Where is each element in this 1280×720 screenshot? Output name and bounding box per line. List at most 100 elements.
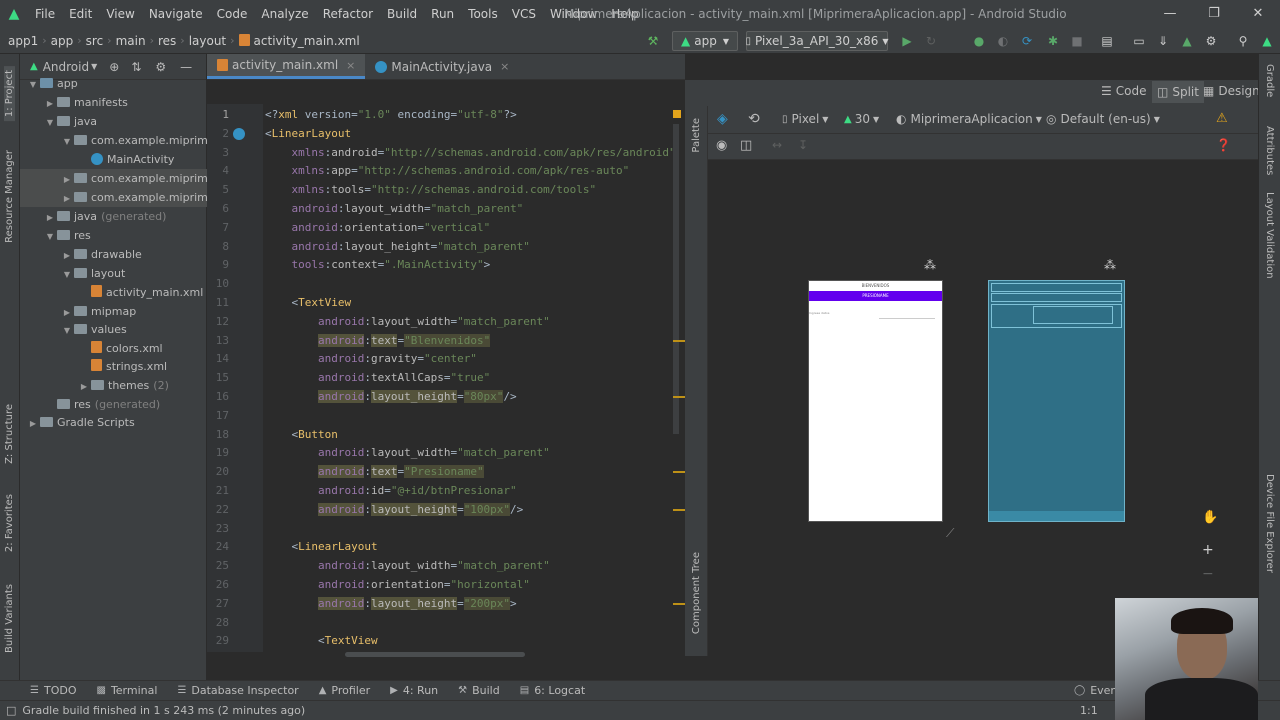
orientation-icon[interactable]: ⟲ [748, 111, 760, 127]
chevron-down-icon[interactable]: ▼ [91, 62, 97, 71]
tree-item[interactable]: activity_main.xml [20, 283, 207, 302]
pin-icon[interactable]: ⁂ [1104, 258, 1116, 272]
code-line[interactable]: xmlns:android="http://schemas.android.co… [265, 144, 676, 163]
collapsed-arrow-icon[interactable]: ▶ [60, 303, 74, 321]
code-line[interactable]: android:orientation="vertical" [265, 219, 491, 238]
code-line[interactable]: android:layout_height="100px"/> [265, 501, 523, 520]
code-line[interactable]: android:layout_height="80px"/> [265, 388, 517, 407]
todo-tool-button[interactable]: ☰ TODO [0, 684, 86, 697]
tree-item[interactable]: ▶ java (generated) [20, 207, 207, 226]
tree-item[interactable]: res (generated) [20, 395, 207, 414]
code-line[interactable]: android:layout_height="match_parent" [265, 238, 530, 257]
margin-icon[interactable]: ↔ [772, 138, 782, 152]
menu-navigate[interactable]: Navigate [142, 0, 210, 28]
warning-stripe-marker[interactable] [673, 602, 685, 605]
maximize-button[interactable]: ❐ [1192, 0, 1236, 28]
attach-debugger-icon[interactable]: ⟳ [1018, 31, 1036, 51]
columns-icon[interactable]: ◫ [740, 138, 752, 153]
code-line[interactable]: android:id="@+id/btnPresionar" [265, 482, 517, 501]
tree-item[interactable]: ▶ themes (2) [20, 376, 207, 395]
warning-stripe-marker[interactable] [673, 339, 685, 342]
project-view-select[interactable]: Android [43, 60, 89, 74]
warning-marker-icon[interactable] [673, 110, 681, 118]
code-line[interactable]: android:layout_width="match_parent" [265, 200, 524, 219]
menu-build[interactable]: Build [380, 0, 424, 28]
build-tool-button[interactable]: ⚒ Build [448, 684, 510, 697]
code-line[interactable]: <?xml version="1.0" encoding="utf-8"?> [265, 106, 517, 125]
expanded-arrow-icon[interactable]: ▼ [43, 113, 57, 131]
menu-code[interactable]: Code [210, 0, 255, 28]
tree-item[interactable]: ▼ layout [20, 264, 207, 283]
cursor-position[interactable]: 1:1 [1080, 704, 1098, 717]
android-assistant-icon[interactable]: ▲ [1258, 31, 1276, 51]
code-line[interactable]: android:layout_width="match_parent" [265, 557, 550, 576]
expanded-arrow-icon[interactable]: ▼ [60, 321, 74, 339]
menu-view[interactable]: View [99, 0, 141, 28]
code-line[interactable]: <LinearLayout [265, 125, 351, 144]
eye-icon[interactable]: ◉ [716, 138, 727, 153]
search-icon[interactable]: ⚲ [1234, 31, 1252, 51]
profile-icon[interactable]: ◐ [994, 31, 1012, 51]
expanded-arrow-icon[interactable]: ▼ [60, 265, 74, 283]
tree-item[interactable]: ▶ manifests [20, 93, 207, 112]
tree-item[interactable]: ▶ Gradle Scripts [20, 413, 207, 432]
device-file-explorer-tool-tab[interactable]: Device File Explorer [1264, 474, 1275, 573]
pin-icon[interactable]: ⁂ [924, 258, 936, 272]
collapsed-arrow-icon[interactable]: ▶ [43, 94, 57, 112]
code-line[interactable]: <TextView [265, 632, 378, 651]
code-line[interactable]: xmlns:app="http://schemas.android.com/ap… [265, 162, 630, 181]
tool-windows-icon[interactable]: □ [6, 704, 16, 717]
sync-project-icon[interactable]: ▤ [1098, 31, 1116, 51]
pan-hand-icon[interactable]: ✋ [1202, 510, 1218, 525]
blueprint-preview[interactable] [988, 280, 1125, 522]
tree-item[interactable]: ▼ values [20, 320, 207, 339]
close-icon[interactable]: × [500, 60, 509, 73]
component-tree-tab[interactable]: Component Tree [691, 552, 702, 634]
collapsed-arrow-icon[interactable]: ▶ [26, 414, 40, 432]
menu-run[interactable]: Run [424, 0, 461, 28]
warning-stripe-marker[interactable] [673, 471, 685, 474]
sdk-manager-icon[interactable]: ⇓ [1154, 31, 1172, 51]
breadcrumb-res[interactable]: res [154, 34, 180, 48]
tree-item[interactable]: MainActivity [20, 150, 207, 169]
run-tool-button[interactable]: ▶ 4: Run [380, 684, 448, 697]
baseline-icon[interactable]: ↧ [798, 138, 808, 152]
code-line[interactable]: <Button [265, 426, 337, 445]
editor-scrollbar-track[interactable] [673, 124, 679, 434]
warning-stripe-marker[interactable] [673, 396, 685, 398]
warning-stripe-marker[interactable] [673, 508, 685, 511]
menu-edit[interactable]: Edit [62, 0, 99, 28]
code-line[interactable]: android:orientation="horizontal" [265, 576, 530, 595]
zoom-in-icon[interactable]: + [1202, 542, 1214, 558]
code-line[interactable]: <LinearLayout [265, 538, 377, 557]
code-editor[interactable]: 1 2 3 4 5 6 7 8 9 10 11 12 13 14 15 16 17 18 19 20 21 22 23 24 2… [207, 104, 685, 656]
device-preview-select[interactable]: ▯ Pixel ▼ [782, 112, 828, 126]
layout-validation-tool-tab[interactable]: Layout Validation [1264, 192, 1275, 279]
menu-file[interactable]: File [28, 0, 62, 28]
stop-icon[interactable]: ■ [1068, 31, 1086, 51]
api-level-select[interactable]: ▲ 30 ▼ [844, 112, 879, 126]
favorites-tool-tab[interactable]: 2: Favorites [4, 494, 15, 552]
bug-icon[interactable]: ✱ [1044, 31, 1062, 51]
close-window-button[interactable]: ✕ [1236, 0, 1280, 28]
design-preview[interactable]: BIENVENIDOS PRESIONAME Ingresa datos [808, 280, 943, 522]
resize-handle-icon[interactable]: ⟋ [946, 526, 954, 541]
hammer-icon[interactable]: ⚒ [644, 31, 662, 51]
class-reference-gutter-icon[interactable] [233, 127, 245, 140]
breadcrumb-src[interactable]: src [82, 34, 108, 48]
tree-item[interactable]: ▶ com.example.miprimer [20, 188, 207, 207]
device-select[interactable]: ▯ Pixel_3a_API_30_x86 ▼ [745, 31, 889, 51]
menu-vcs[interactable]: VCS [505, 0, 543, 28]
debug-icon[interactable]: ● [970, 31, 988, 51]
apply-changes-icon[interactable]: ↻ [922, 31, 940, 51]
code-line[interactable]: android:layout_width="match_parent" [265, 313, 550, 332]
code-line[interactable]: android:layout_height="200px"> [265, 595, 517, 614]
run-icon[interactable]: ▶ [898, 31, 916, 51]
zoom-out-icon[interactable]: − [1202, 566, 1214, 582]
code-mode-button[interactable]: ☰ Code [1101, 84, 1147, 98]
menu-tools[interactable]: Tools [461, 0, 505, 28]
breadcrumb-main[interactable]: main [112, 34, 150, 48]
terminal-tool-button[interactable]: ▩ Terminal [86, 684, 167, 697]
code-line[interactable]: android:textAllCaps="true" [265, 369, 490, 388]
breadcrumb-app[interactable]: app [47, 34, 78, 48]
